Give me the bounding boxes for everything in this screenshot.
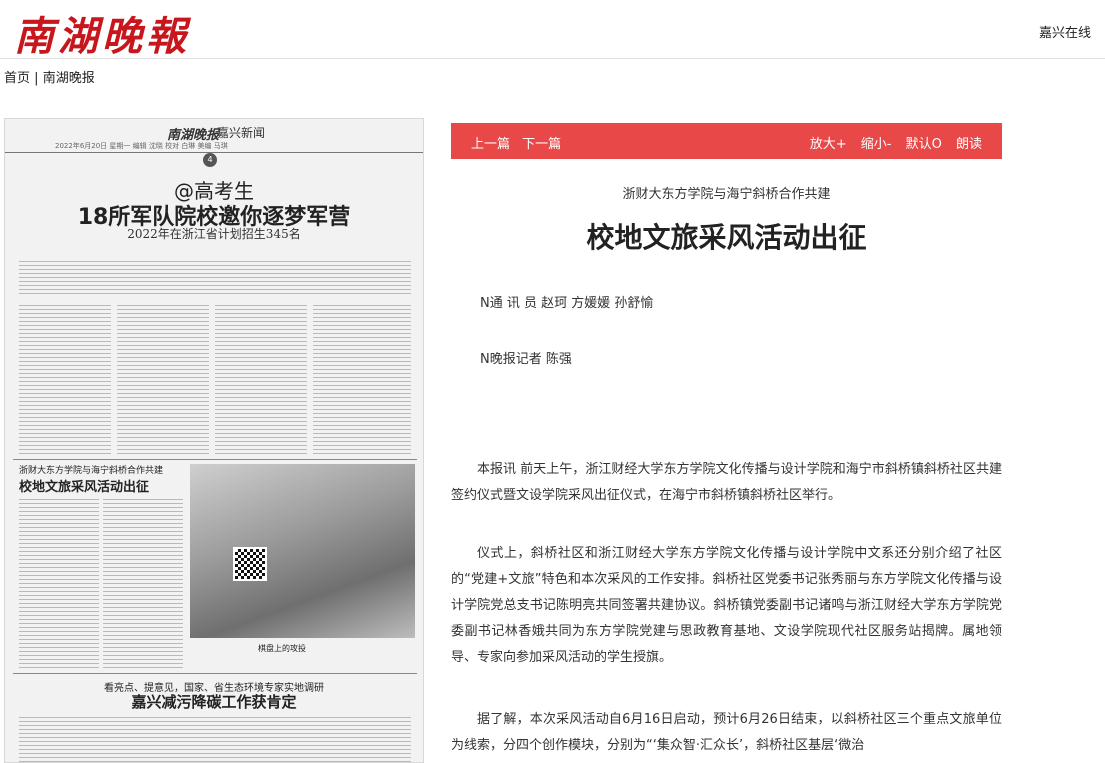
- paper-section-name: 嘉兴新闻: [217, 126, 266, 140]
- paper-photo-caption: 棋盘上的攻投: [258, 644, 306, 653]
- header-divider: [0, 58, 1105, 59]
- paper-text-block: [117, 305, 209, 455]
- paper-text-block: [215, 305, 307, 455]
- breadcrumb-separator: |: [34, 71, 39, 86]
- paper-divider: [13, 459, 417, 460]
- article-kicker: 浙财大东方学院与海宁斜桥合作共建: [622, 187, 831, 202]
- paper-article-headline[interactable]: 校地文旅采风活动出征: [19, 476, 149, 495]
- next-article-link[interactable]: 下一篇: [522, 137, 561, 152]
- article-paragraph: 仪式上，斜桥社区和浙江财经大学东方学院文化传播与设计学院中文系还分别介绍了社区的…: [451, 546, 1002, 665]
- paper-meta-line: 2022年6月20日 星期一 编辑 沈晓 校对 白琳 美编 马琪: [55, 142, 228, 150]
- article-paragraph: 本报讯 前天上午，浙江财经大学东方学院文化传播与设计学院和海宁市斜桥镇斜桥社区共…: [451, 462, 1002, 503]
- article-nav: 上一篇 下一篇: [471, 133, 569, 152]
- article-toolbar: 上一篇 下一篇 放大+ 缩小- 默认O 朗读: [451, 123, 1002, 159]
- paper-text-block: [19, 261, 411, 297]
- qr-code-icon: [233, 547, 267, 581]
- paper-text-block: [313, 305, 411, 455]
- paper-bottom-headline[interactable]: 嘉兴减污降碳工作获肯定: [5, 691, 423, 712]
- breadcrumb-home[interactable]: 首页: [4, 71, 30, 86]
- default-size-button[interactable]: 默认O: [906, 137, 942, 152]
- breadcrumb: 首页 | 南湖晚报: [4, 67, 95, 86]
- zoom-out-button[interactable]: 缩小-: [861, 137, 892, 152]
- paper-masthead-bar: 南湖晚报 嘉兴新闻 2022年6月20日 星期一 编辑 沈晓 校对 白琳 美编 …: [5, 119, 423, 153]
- article-title: 校地文旅采风活动出征: [586, 221, 867, 254]
- article-byline-reporter: N晚报记者 陈强: [480, 352, 572, 367]
- text-tools: 放大+ 缩小- 默认O 朗读: [800, 133, 982, 152]
- paper-text-block: [103, 499, 183, 669]
- paper-text-block: [19, 499, 99, 669]
- read-aloud-button[interactable]: 朗读: [956, 137, 982, 152]
- article-byline-correspondents: N通 讯 员 赵珂 方媛媛 孙舒愉: [480, 296, 654, 311]
- paper-headline-3: 2022年在浙江省计划招生345名: [127, 227, 301, 241]
- site-logo[interactable]: 南湖晚報: [14, 4, 190, 62]
- paper-photo: [190, 464, 415, 638]
- zoom-in-button[interactable]: 放大+: [810, 137, 847, 152]
- site-name-link[interactable]: 嘉兴在线: [1039, 22, 1091, 41]
- paper-divider: [13, 673, 417, 674]
- prev-article-link[interactable]: 上一篇: [471, 137, 510, 152]
- article-paragraph: 据了解，本次采风活动自6月16日启动，预计6月26日结束，以斜桥社区三个重点文旅…: [451, 712, 1002, 753]
- site-header: 南湖晚報 嘉兴在线: [0, 0, 1105, 60]
- paper-page-number: 4: [203, 153, 217, 167]
- paper-text-block: [19, 305, 111, 455]
- breadcrumb-section[interactable]: 南湖晚报: [43, 71, 95, 86]
- newspaper-page-image[interactable]: 南湖晚报 嘉兴新闻 2022年6月20日 星期一 编辑 沈晓 校对 白琳 美编 …: [4, 118, 424, 763]
- paper-text-block: [19, 717, 411, 762]
- paper-article-kicker[interactable]: 浙财大东方学院与海宁斜桥合作共建: [19, 463, 163, 476]
